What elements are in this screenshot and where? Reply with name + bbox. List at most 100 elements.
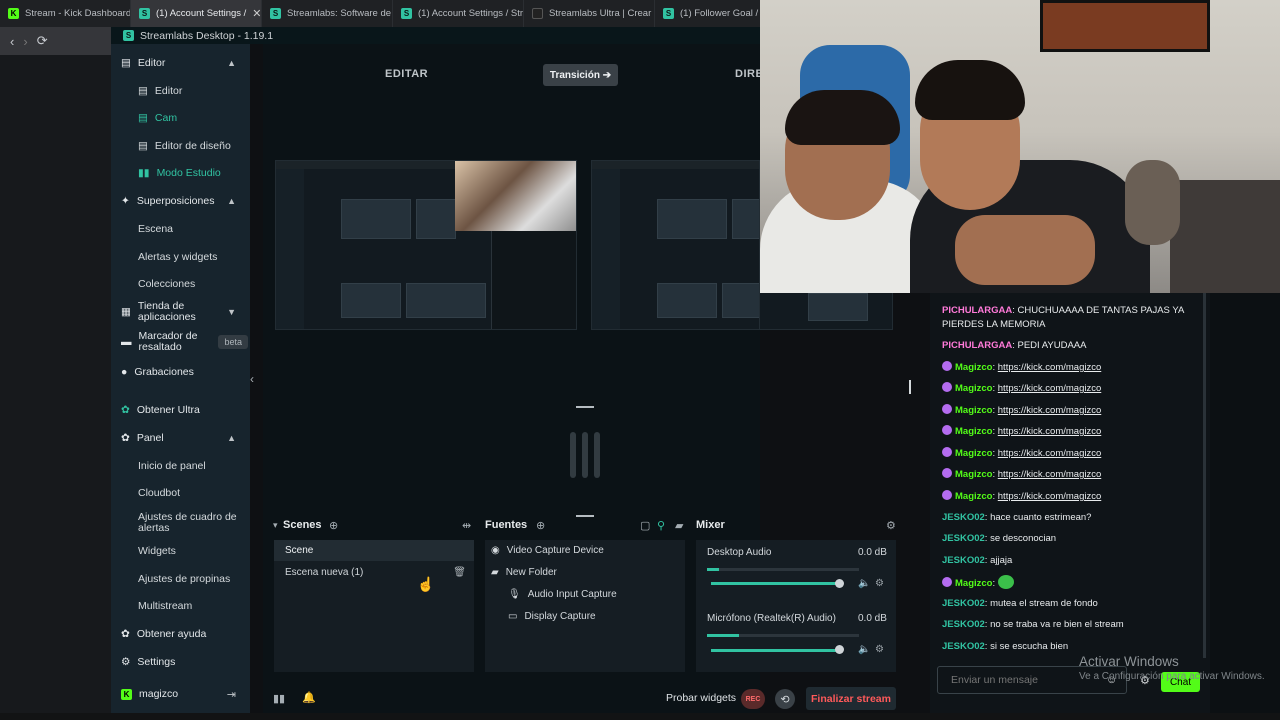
preview-cam <box>455 161 576 231</box>
chat-link[interactable]: https://kick.com/magizco <box>998 405 1101 416</box>
audio-meter <box>707 568 859 571</box>
hair-left <box>785 90 900 145</box>
sidebar-item-collections[interactable]: Colecciones <box>138 278 195 290</box>
recordings-icon: ● <box>121 366 128 378</box>
trash-icon[interactable]: 🗑 <box>453 567 466 578</box>
transition-button[interactable]: Transición ➔ <box>543 64 618 86</box>
help-icon: ✿ <box>121 628 130 640</box>
panel-splitter[interactable] <box>909 380 911 394</box>
chevron-up-icon[interactable]: ▲ <box>227 196 236 206</box>
test-widgets-button[interactable]: Probar widgets <box>666 692 736 704</box>
chat-link[interactable]: https://kick.com/magizco <box>998 448 1101 459</box>
browser-tab[interactable]: K Stream - Kick Dashboard <box>0 0 131 27</box>
preview-tabbar <box>592 161 759 169</box>
back-icon[interactable]: ‹ <box>10 34 14 49</box>
chat-message: Magizco: https://kick.com/magizco <box>942 382 1192 396</box>
chevron-up-icon[interactable]: ▲ <box>227 58 236 68</box>
gear-icon[interactable]: ⚙ <box>875 578 884 589</box>
resize-handle[interactable] <box>576 515 594 517</box>
scene-transitions-icon[interactable]: ⇹ <box>462 519 471 532</box>
chat-link[interactable]: https://kick.com/magizco <box>998 362 1101 373</box>
chevron-up-icon[interactable]: ▲ <box>227 433 236 443</box>
chat-link[interactable]: https://kick.com/magizco <box>998 426 1101 437</box>
preview-thumb <box>341 199 411 239</box>
scene-item[interactable]: Scene <box>274 540 474 561</box>
chat-scrollbar[interactable] <box>1203 293 1206 658</box>
gear-icon[interactable]: ⚙ <box>886 519 896 532</box>
chat-message: JESKO02: hace cuanto estrimean? <box>942 512 1092 523</box>
edit-preview[interactable] <box>275 160 577 330</box>
folder-icon[interactable]: ▰ <box>675 519 683 532</box>
browser-tab[interactable]: Streamlabs Ultra | Crear su <box>524 0 655 27</box>
end-stream-button[interactable]: Finalizar stream <box>806 687 896 710</box>
chat-link[interactable]: https://kick.com/magizco <box>998 383 1101 394</box>
add-source-icon[interactable]: ⊕ <box>536 519 545 532</box>
source-item[interactable]: ▭ Display Capture <box>508 611 596 622</box>
source-item[interactable]: ◉ Video Capture Device <box>491 545 604 556</box>
app-title-bar: S Streamlabs Desktop - 1.19.1 <box>111 27 760 44</box>
add-folder-icon[interactable]: ⚲ <box>657 519 665 532</box>
sidebar-item-studio-mode[interactable]: ▮▮ Modo Estudio <box>138 167 221 179</box>
browser-tab[interactable]: S (1) Account Settings / Stre <box>393 0 524 27</box>
collapse-sidebar-icon[interactable]: ‹ <box>250 372 254 386</box>
chevron-down-icon[interactable]: ▼ <box>227 307 236 317</box>
sidebar-item-alertbox-settings[interactable]: Ajustes de cuadro de alertas <box>138 512 238 534</box>
volume-slider-handle[interactable] <box>835 579 844 588</box>
sidebar-item-alerts[interactable]: Alertas y widgets <box>138 251 217 263</box>
sidebar-item-widgets[interactable]: Widgets <box>138 545 176 557</box>
browser-tab-active[interactable]: S (1) Account Settings / ✕ <box>131 0 262 27</box>
gear-icon[interactable]: ⚙ <box>875 644 884 655</box>
volume-slider-handle[interactable] <box>835 645 844 654</box>
streamlabs-logo-icon: S <box>123 30 134 41</box>
scene-item[interactable]: Escena nueva (1) 🗑 <box>274 562 474 583</box>
sidebar-section-settings[interactable]: ⚙ Settings <box>121 656 175 668</box>
replay-buffer-icon[interactable]: ⟲ <box>775 689 795 709</box>
sidebar-section-ultra[interactable]: ✿ Obtener Ultra <box>121 404 200 416</box>
streamlabs-icon: S <box>663 8 674 19</box>
source-item[interactable]: 🎙 Audio Input Capture <box>508 589 617 600</box>
mic-badge-icon <box>942 577 952 587</box>
sidebar-section-highlighter[interactable]: ▬ Marcador de resaltado beta <box>121 331 248 353</box>
audio-meter-level <box>707 568 719 571</box>
sidebar-section-editor[interactable]: ▤ Editor ▲ <box>121 57 248 69</box>
selective-recording-icon[interactable]: ▢ <box>640 519 650 532</box>
mic-badge-icon <box>942 382 952 392</box>
sidebar-item-layout-editor[interactable]: ▤ Editor de diseño <box>138 140 231 152</box>
sidebar-item-scene[interactable]: Escena <box>138 223 173 235</box>
sidebar-section-panel[interactable]: ✿ Panel ▲ <box>121 432 248 444</box>
sources-title: Fuentes <box>485 519 528 531</box>
logout-icon[interactable]: ⇥ <box>227 688 236 701</box>
close-tab-icon[interactable]: ✕ <box>252 7 261 20</box>
sidebar-section-app-store[interactable]: ▦ Tienda de aplicaciones ▼ <box>121 301 248 323</box>
sidebar-item-editor[interactable]: ▤ Editor <box>138 85 182 97</box>
sidebar-item-multistream[interactable]: Multistream <box>138 600 192 612</box>
speaker-icon[interactable]: 🔈 <box>858 578 870 589</box>
stats-icon[interactable]: ▮▮ <box>273 692 285 705</box>
browser-tab[interactable]: S Streamlabs: Software de s <box>262 0 393 27</box>
chevron-down-icon[interactable]: ▾ <box>273 520 278 531</box>
overlays-icon: ✦ <box>121 195 130 207</box>
record-button[interactable]: REC <box>741 689 765 709</box>
webcam-feed <box>760 0 1280 293</box>
sidebar-section-overlays[interactable]: ✦ Superposiciones ▲ <box>121 195 248 207</box>
chat-message: PICHULARGAA: CHUCHUAAAA DE TANTAS PAJAS … <box>942 305 1184 330</box>
sidebar-item-cloudbot[interactable]: Cloudbot <box>138 487 180 499</box>
sidebar-section-recordings[interactable]: ● Grabaciones <box>121 366 194 378</box>
sidebar-item-dashboard-home[interactable]: Inicio de panel <box>138 460 206 472</box>
bell-icon[interactable]: 🔔 <box>302 691 316 704</box>
source-folder[interactable]: ▰ New Folder <box>491 567 557 578</box>
forward-icon[interactable]: › <box>23 34 27 49</box>
resize-handle[interactable] <box>576 406 594 408</box>
chat-message: JESKO02: si se escucha bien <box>942 641 1069 652</box>
chat-link[interactable]: https://kick.com/magizco <box>998 469 1101 480</box>
chat-message: Magizco: https://kick.com/magizco <box>942 425 1192 439</box>
chat-link[interactable]: https://kick.com/magizco <box>998 491 1101 502</box>
add-scene-icon[interactable]: ⊕ <box>329 519 338 532</box>
sidebar-section-help[interactable]: ✿ Obtener ayuda <box>121 628 206 640</box>
sidebar-user[interactable]: Kmagizco ⇥ <box>121 688 248 701</box>
speaker-icon[interactable]: 🔈 <box>858 644 870 655</box>
sidebar-item-cam[interactable]: ▤ Cam <box>138 112 177 124</box>
sidebar-item-tip-settings[interactable]: Ajustes de propinas <box>138 573 230 585</box>
reload-icon[interactable]: ⟳ <box>37 33 48 49</box>
mouse-cursor-icon: ☝ <box>417 576 435 592</box>
